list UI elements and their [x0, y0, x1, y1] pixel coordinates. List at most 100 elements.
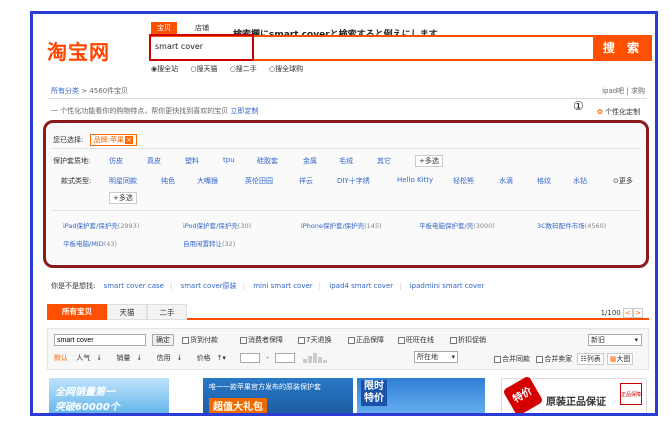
sort-price[interactable]: 价格 ↑▾ — [197, 354, 232, 362]
scope-tmall-radio[interactable]: ○搜天猫 — [190, 65, 217, 73]
style-option[interactable]: 明星同款 — [109, 176, 137, 186]
price-max-input[interactable] — [274, 353, 295, 363]
checkbox[interactable] — [494, 355, 501, 363]
arrow-down-icon: ↓ — [96, 354, 103, 362]
personalize-link[interactable]: ✿ 个性化定制 — [597, 107, 640, 117]
style-option[interactable]: 祥云 — [299, 176, 313, 186]
suggest-link[interactable]: ipadmini smart cover — [410, 282, 485, 290]
confirm-button[interactable]: 确定 — [152, 334, 174, 346]
selected-label: 您已选择: — [53, 136, 84, 144]
filter-checkbox[interactable]: 折扣促销 — [450, 335, 486, 345]
multi-select-button[interactable]: +多选 — [109, 192, 137, 204]
ad-text-line: 特价 — [364, 393, 384, 404]
arrow-down-icon: ↓ — [176, 354, 183, 362]
filter-checkbox[interactable]: 正品保障 — [348, 335, 384, 345]
grid-view-button[interactable]: ▦大图 — [606, 353, 634, 365]
screenshot-frame: 淘宝网 宝贝 店铺 検索欄にsmart coverと検索すると例えにします。 搜… — [30, 11, 658, 416]
filter-checkbox[interactable]: 7天退换 — [298, 335, 331, 345]
suggest-link[interactable]: smart cover原装 — [181, 282, 237, 290]
filter-checkbox[interactable]: 消费者保障 — [240, 335, 283, 345]
style-option[interactable]: 英伦田园 — [245, 176, 273, 186]
style-option[interactable]: 水钻 — [573, 176, 587, 186]
special-price-badge: 特价 — [502, 375, 544, 413]
ad-text: 唯一一款苹果官方发布的原装保护套 — [209, 383, 321, 391]
style-option[interactable]: 格纹 — [537, 176, 551, 186]
style-option[interactable]: Hello Kitty — [397, 176, 433, 184]
category-name: iPhone保护套/保护壳 — [301, 222, 365, 230]
search-button[interactable]: 搜 索 — [594, 35, 652, 61]
ad-banner[interactable]: 唯一一款苹果官方发布的原装保护套 超值大礼包 — [203, 378, 353, 413]
checkbox[interactable] — [536, 355, 544, 363]
multi-select-button[interactable]: +多选 — [415, 155, 443, 167]
tab-used[interactable]: 二手 — [147, 304, 187, 320]
tab-tmall[interactable]: 天猫 — [107, 304, 147, 320]
ad-banner[interactable]: 全网销量第一 突破60000个 — [49, 378, 169, 413]
category-link[interactable]: 3C数码配件市场(4560) — [537, 220, 606, 230]
material-option[interactable]: 塑料 — [185, 156, 199, 166]
style-option[interactable]: 轻松熊 — [453, 176, 474, 186]
category-link[interactable]: iPad保护套/保护壳(2993) — [63, 220, 139, 230]
ad-text-line: 限时 — [364, 381, 384, 392]
prev-page-button[interactable]: < — [623, 308, 633, 318]
material-option[interactable]: 金属 — [303, 156, 317, 166]
filter-checkbox[interactable]: 货到付款 — [182, 335, 218, 345]
ad-banner[interactable]: 限时 特价 — [357, 378, 485, 413]
scope-all-radio[interactable]: ◉搜全站 — [151, 65, 178, 73]
merge-same-label: 合并同款 — [502, 355, 530, 363]
suggest-link[interactable]: ipad4 smart cover — [329, 282, 393, 290]
material-option[interactable]: 毛绒 — [339, 156, 353, 166]
ad-banner[interactable]: 特价 原装正品保证 正品保障 — [501, 375, 647, 413]
sort-sales[interactable]: 销量 ↓ — [116, 354, 148, 362]
category-link[interactable]: iPod保护套/保护壳(30) — [183, 220, 251, 230]
category-link[interactable]: 自用闲置转让(32) — [183, 238, 235, 248]
checkbox[interactable] — [450, 336, 457, 344]
material-option[interactable]: 真皮 — [147, 156, 161, 166]
sort-credit[interactable]: 信用 ↓ — [156, 354, 188, 362]
material-option[interactable]: 其它 — [377, 156, 391, 166]
next-page-button[interactable]: > — [633, 308, 643, 318]
result-toolbar: 确定 货到付款 消费者保障 7天退换 正品保障 旺旺在线 折扣促销 新旧 ▾ 默认… — [47, 328, 649, 370]
sort-default[interactable]: 默认 — [54, 354, 68, 362]
arrow-down-icon: ↓ — [136, 354, 143, 362]
more-link[interactable]: ⊙更多 — [613, 176, 633, 186]
scope-used-radio[interactable]: ○搜二手 — [230, 65, 257, 73]
style-option[interactable]: 水滴 — [499, 176, 513, 186]
did-you-mean: 你是不是想找: smart cover case | smart cover原装 |… — [51, 281, 484, 291]
taobao-logo[interactable]: 淘宝网 — [47, 36, 110, 65]
sort-select[interactable]: 新旧 ▾ — [588, 334, 642, 346]
material-option[interactable]: tpu — [223, 156, 235, 164]
suggest-link[interactable]: mini smart cover — [253, 282, 312, 290]
suggest-label: 你是不是想找: — [51, 282, 96, 290]
sort-popularity[interactable]: 人气 ↓ — [76, 354, 108, 362]
breadcrumb-root[interactable]: 所有分类 — [51, 87, 79, 95]
close-icon[interactable]: × — [124, 136, 133, 144]
refine-search-input[interactable] — [54, 334, 146, 346]
list-view-button[interactable]: ☷列表 — [577, 353, 604, 365]
suggest-link[interactable]: smart cover case — [104, 282, 164, 290]
checkbox[interactable] — [348, 336, 355, 344]
more-label: 更多 — [618, 177, 633, 185]
style-option[interactable]: 大嘴猴 — [197, 176, 218, 186]
checkbox[interactable] — [298, 336, 305, 344]
scope-global-radio[interactable]: ○搜全球购 — [269, 65, 303, 73]
category-count: (32) — [222, 240, 236, 248]
material-option[interactable]: 仿皮 — [109, 156, 123, 166]
checkbox-label: 货到付款 — [190, 336, 218, 344]
checkbox[interactable] — [240, 336, 247, 344]
checkbox[interactable] — [398, 336, 405, 344]
category-link[interactable]: iPhone保护套/保护壳(145) — [301, 220, 382, 230]
price-min-input[interactable] — [240, 353, 261, 363]
selected-chip-brand[interactable]: 品牌:苹果 × — [89, 134, 137, 146]
checkbox[interactable] — [182, 336, 189, 344]
style-option[interactable]: 纯色 — [161, 176, 175, 186]
tab-all-items[interactable]: 所有宝贝 — [47, 304, 107, 320]
material-option[interactable]: 硅胶套 — [257, 156, 278, 166]
location-select[interactable]: 所在地 ▾ — [414, 351, 458, 363]
style-option[interactable]: DIY十字绣 — [337, 176, 370, 186]
category-link[interactable]: 平板电脑/MID(43) — [63, 238, 117, 248]
filter-checkbox[interactable]: 旺旺在线 — [398, 335, 434, 345]
top-right-links[interactable]: ipad吧 | 求购 — [602, 86, 645, 96]
customize-now-link[interactable]: 立即定制 — [230, 107, 258, 115]
style-label: 款式类型: — [61, 177, 92, 185]
category-link[interactable]: 平板电脑保护套/壳(3000) — [419, 220, 495, 230]
